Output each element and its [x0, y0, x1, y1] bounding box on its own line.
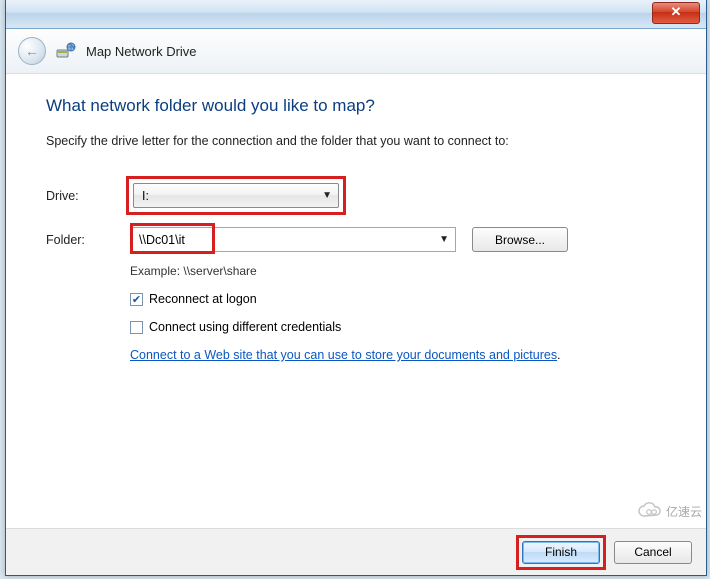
annotation-highlight-finish: Finish	[516, 535, 606, 570]
link-suffix: .	[557, 348, 560, 362]
drive-label: Drive:	[46, 189, 130, 203]
wizard-content: What network folder would you like to ma…	[6, 74, 706, 372]
browse-button[interactable]: Browse...	[472, 227, 568, 252]
drive-select-value: I:	[142, 189, 149, 203]
example-text: Example: \\server\share	[130, 264, 666, 278]
drive-row: Drive: I: ▼	[46, 176, 666, 215]
window-titlebar: ✕	[6, 0, 706, 29]
reconnect-label: Reconnect at logon	[149, 292, 257, 306]
watermark: 亿速云	[636, 501, 702, 521]
cloud-icon	[636, 501, 664, 521]
close-button[interactable]: ✕	[652, 2, 700, 24]
map-network-drive-wizard: ✕ ← Map Network Drive What network folde…	[5, 0, 707, 576]
wizard-footer: Finish Cancel	[6, 528, 706, 575]
checkbox-unchecked-icon	[130, 321, 143, 334]
folder-row: Folder: ▼ Browse...	[46, 227, 666, 252]
wizard-title: Map Network Drive	[86, 44, 197, 59]
connect-website-link[interactable]: Connect to a Web site that you can use t…	[130, 348, 557, 362]
close-icon: ✕	[671, 4, 682, 19]
network-drive-icon	[56, 41, 76, 61]
reconnect-checkbox-row[interactable]: ✔ Reconnect at logon	[130, 292, 666, 306]
back-button[interactable]: ←	[18, 37, 46, 65]
different-credentials-label: Connect using different credentials	[149, 320, 341, 334]
folder-label: Folder:	[46, 233, 130, 247]
chevron-down-icon: ▼	[322, 190, 332, 201]
annotation-highlight-drive: I: ▼	[126, 176, 346, 215]
checkbox-checked-icon: ✔	[130, 293, 143, 306]
folder-combobox[interactable]: ▼	[130, 227, 456, 252]
page-heading: What network folder would you like to ma…	[46, 96, 666, 116]
watermark-text: 亿速云	[666, 503, 702, 520]
wizard-header: ← Map Network Drive	[6, 29, 706, 74]
page-subtext: Specify the drive letter for the connect…	[46, 134, 666, 148]
different-credentials-checkbox-row[interactable]: Connect using different credentials	[130, 320, 666, 334]
arrow-left-icon: ←	[25, 43, 39, 59]
folder-input[interactable]	[131, 228, 455, 251]
finish-button[interactable]: Finish	[522, 541, 600, 564]
options-column: Example: \\server\share ✔ Reconnect at l…	[130, 264, 666, 362]
cancel-button[interactable]: Cancel	[614, 541, 692, 564]
drive-select[interactable]: I: ▼	[133, 183, 339, 208]
